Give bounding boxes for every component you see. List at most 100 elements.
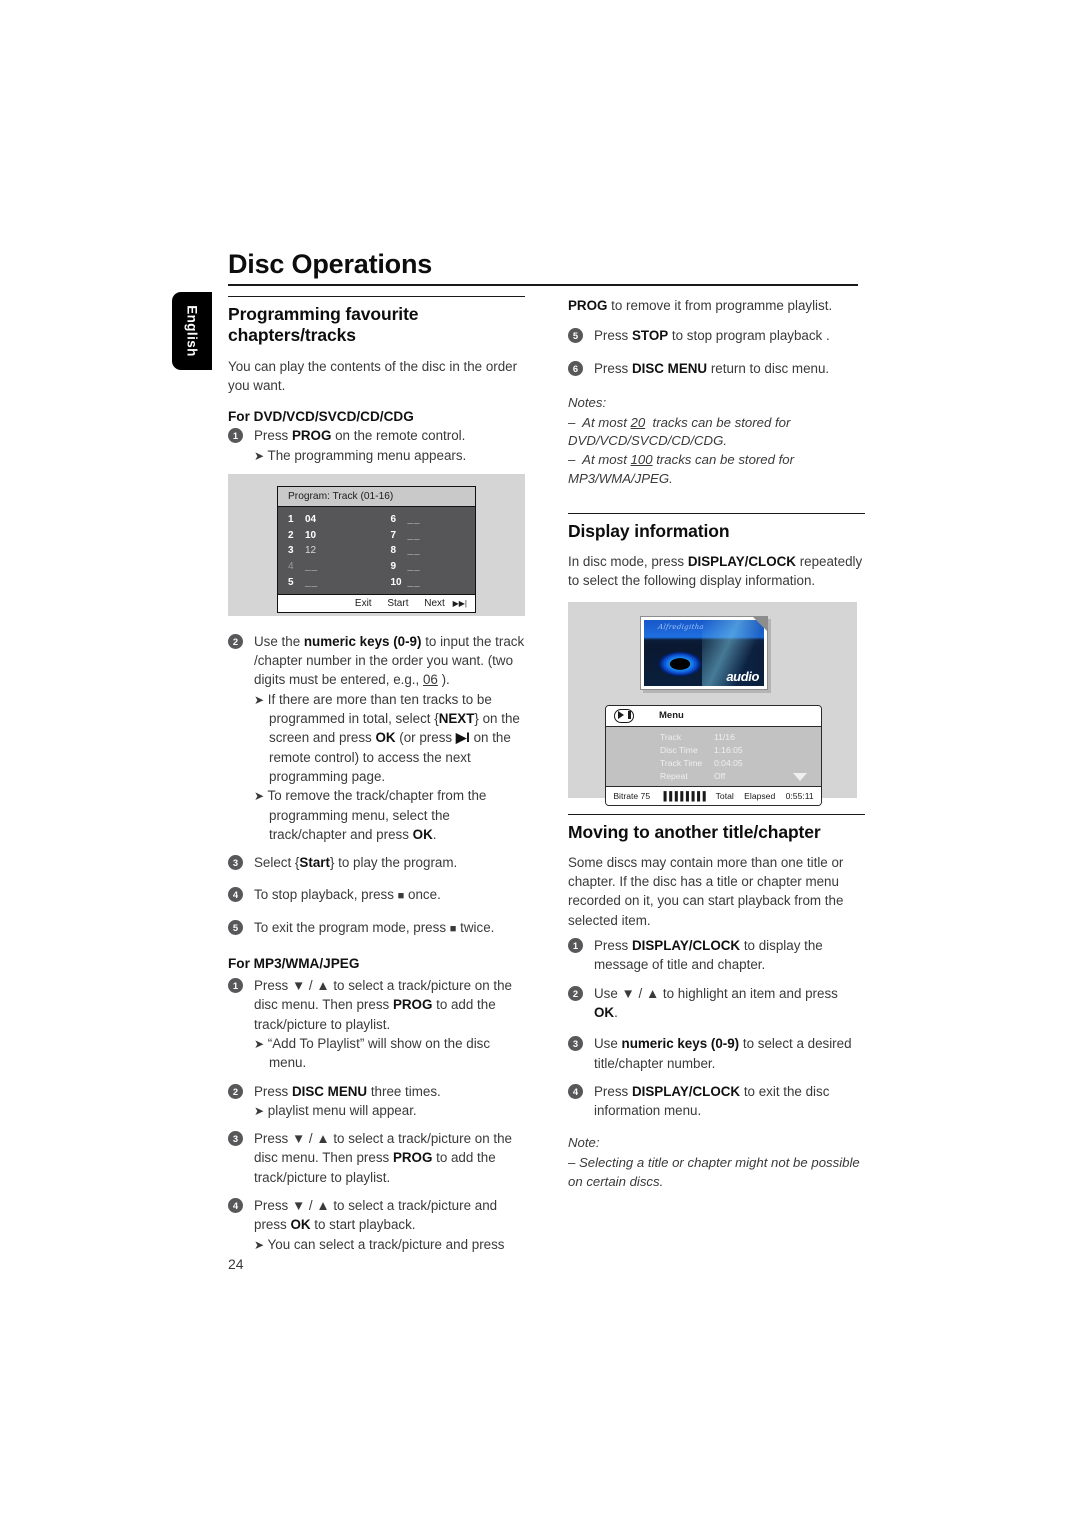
display-osd-footer: Bitrate 75 ▐▐▐▐▐▐▐▐ Total Elapsed 0:55:1… (606, 785, 821, 805)
next-page-icon[interactable]: ▶▶| (453, 599, 467, 608)
total-label: Total (715, 790, 734, 801)
display-osd-row-value: Off (714, 771, 726, 782)
program-entry-value: __ (407, 576, 421, 588)
program-osd-title: Program: Track (01-16) (278, 486, 475, 507)
program-entry-index: 6 (390, 514, 397, 526)
step-number: 1 (228, 978, 243, 994)
step-number: 5 (228, 920, 243, 936)
note-mp3-limit: 100 (630, 452, 653, 468)
program-column-left: 1 04 2 10 3 12 4 __ 5 __ (278, 512, 377, 590)
display-osd-row-key: Repeat (660, 771, 688, 782)
step-text: Use ▼ / ▲ to highlight an item and press… (594, 985, 838, 1020)
step-mp3-1: 1 Press ▼ / ▲ to select a track/picture … (228, 976, 525, 1072)
program-entry-value: __ (407, 560, 421, 572)
note-item: – At most 20 tracks can be stored for DV… (568, 414, 791, 449)
step-text: Press PROG on the remote control. (254, 428, 466, 444)
program-entry[interactable]: 5 __ (278, 574, 377, 590)
program-column-right: 6 __ 7 __ 8 __ 9 __ 10 __ (377, 512, 476, 590)
step-text: Press DISC MENU three times. (254, 1083, 441, 1099)
programming-intro: You can play the contents of the disc in… (228, 358, 518, 393)
section-divider-moving (568, 813, 865, 815)
step-arrow-note: ➤ You can select a track/picture and pre… (254, 1236, 505, 1252)
chevron-down-icon[interactable] (793, 772, 807, 781)
step-arrow-note: ➤ If there are more than ten tracks to b… (254, 691, 520, 784)
program-entry-index: 1 (288, 514, 294, 526)
display-osd-row-key: Track (660, 731, 682, 742)
step-text: Press DISC MENU return to disc menu. (594, 360, 830, 376)
section-divider-display (568, 512, 865, 514)
program-entry-value: __ (407, 545, 421, 557)
note-label: Note: (568, 1135, 600, 1151)
step-number: 2 (568, 985, 583, 1001)
display-osd-row[interactable]: Track 11/16 (606, 731, 821, 744)
section-divider-programming (228, 296, 525, 297)
manual-page: Disc Operations English Programming favo… (0, 0, 1080, 1528)
step-number: 2 (228, 1083, 243, 1099)
note-dvd-limit: 20 (630, 414, 646, 430)
program-entry-index: 9 (390, 560, 397, 572)
step-text: Press ▼ / ▲ to select a track/picture on… (254, 1131, 512, 1185)
step-arrow-note: ➤ “Add To Playlist” will show on the dis… (254, 1035, 491, 1071)
program-entry[interactable]: 4 __ (278, 559, 377, 575)
step-number: 4 (228, 1198, 243, 1214)
program-entry-value: 12 (305, 545, 317, 557)
elapsed-time: 0:55:11 (785, 790, 814, 801)
program-exit-button[interactable]: Exit (355, 598, 372, 609)
step-number: 3 (228, 1131, 243, 1147)
program-entry[interactable]: 3 12 (278, 543, 377, 559)
program-entry[interactable]: 10 __ (377, 574, 476, 590)
step-dvd-2: 2 Use the numeric keys (0-9) to input th… (228, 632, 525, 844)
program-entry-value: __ (305, 576, 319, 588)
step-text: Press DISPLAY/CLOCK to display the messa… (594, 938, 823, 973)
display-osd-row[interactable]: Repeat Off (606, 770, 821, 783)
program-entry[interactable]: 1 04 (278, 512, 377, 528)
step-arrow-note: ➤ To remove the track/chapter from the p… (254, 788, 487, 842)
step-text: Use numeric keys (0-9) to select a desir… (594, 1036, 852, 1071)
program-entry-index: 4 (288, 560, 294, 572)
program-next-button[interactable]: Next (424, 598, 445, 609)
step-number: 5 (568, 328, 583, 344)
program-entry-index: 7 (390, 529, 397, 541)
step-mp3-3: 3 Press ▼ / ▲ to select a track/picture … (228, 1129, 525, 1187)
program-entry[interactable]: 9 __ (377, 559, 476, 575)
disc-cover-art: Alfredigitha audio (640, 615, 768, 690)
program-menu-figure: Program: Track (01-16) 1 04 2 10 3 12 4 … (228, 473, 525, 616)
program-entry[interactable]: 7 __ (377, 527, 476, 543)
section-heading-display-information: Display information (568, 520, 730, 541)
program-start-button[interactable]: Start (387, 598, 408, 609)
step-text: Press DISPLAY/CLOCK to exit the disc inf… (594, 1083, 830, 1119)
step-dvd-6-cont: 6 Press DISC MENU return to disc menu. (568, 359, 865, 378)
subheading-dvd-formats: For DVD/VCD/SVCD/CD/CDG (228, 409, 414, 425)
disc-cover-art-image: Alfredigitha audio (644, 619, 764, 686)
display-osd-row-value: 0:04:05 (714, 757, 743, 768)
step-number: 6 (568, 360, 583, 376)
step-moving-1: 1 Press DISPLAY/CLOCK to display the mes… (568, 936, 865, 975)
program-entry[interactable]: 8 __ (377, 543, 476, 559)
display-osd-row[interactable]: Track Time 0:04:05 (606, 757, 821, 770)
bitrate-label: Bitrate 75 (613, 790, 651, 801)
display-osd-row-value: 1:16:05 (714, 744, 743, 755)
program-entry-value: __ (407, 529, 421, 541)
program-entry[interactable]: 6 __ (377, 512, 476, 528)
display-osd-row[interactable]: Disc Time 1:16:05 (606, 744, 821, 757)
program-entry[interactable]: 2 10 (278, 527, 377, 543)
program-entry-index: 8 (390, 545, 397, 557)
program-entry-index: 2 (288, 529, 294, 541)
program-entry-index: 5 (288, 576, 294, 588)
step-mp3-4: 4 Press ▼ / ▲ to select a track/picture … (228, 1196, 525, 1254)
step-text: Press STOP to stop program playback . (594, 328, 830, 344)
program-entry-index: 3 (288, 545, 294, 557)
program-entry-value: 10 (305, 529, 317, 541)
header-divider (228, 284, 858, 287)
step-moving-4: 4 Press DISPLAY/CLOCK to exit the disc i… (568, 1082, 865, 1121)
section-heading-programming: Programming favourite chapters/tracks (228, 304, 419, 346)
step-arrow-note: ➤ playlist menu will appear. (254, 1102, 417, 1118)
step-text: Select {Start} to play the program. (254, 855, 458, 871)
step-moving-3: 3 Use numeric keys (0-9) to select a des… (568, 1034, 865, 1073)
step-mp3-2: 2 Press DISC MENU three times. ➤ playlis… (228, 1082, 525, 1121)
notes-block-moving: Note: – Selecting a title or chapter mig… (568, 1134, 865, 1191)
step-number: 3 (568, 1036, 583, 1052)
display-osd-header: Menu (606, 705, 821, 727)
display-information-figure: Alfredigitha audio Menu Track 11/16 Disc (568, 601, 857, 806)
step-text: To stop playback, press ■ once. (254, 887, 441, 903)
